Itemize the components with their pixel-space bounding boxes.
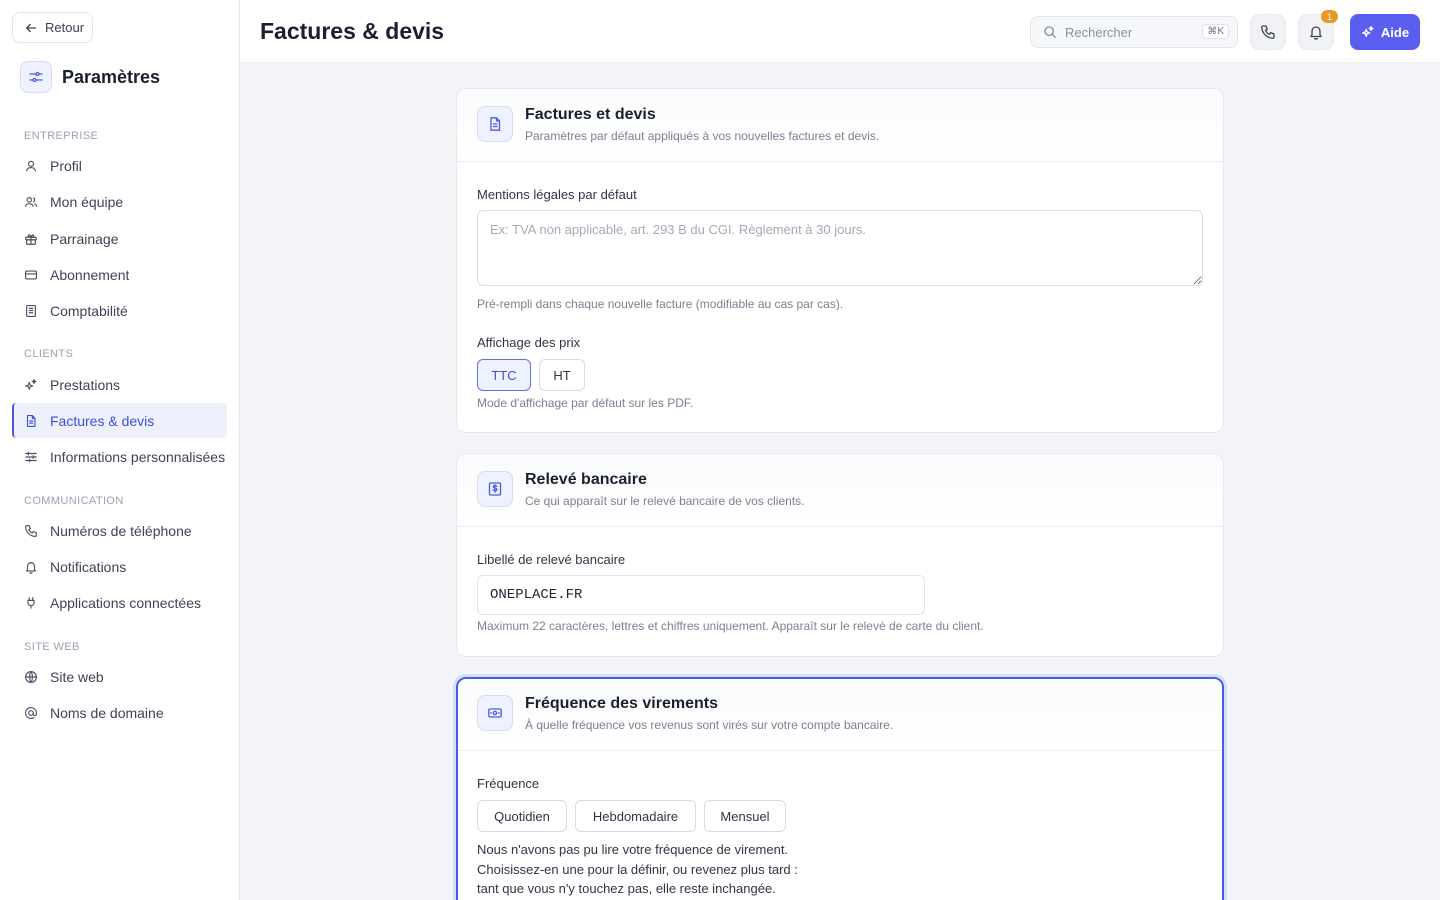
- ledger-icon: [24, 304, 38, 318]
- sidebar-item-label: Prestations: [50, 376, 121, 393]
- card-title: Fréquence des virements: [525, 695, 718, 712]
- legal-mentions-textarea[interactable]: [477, 210, 1203, 286]
- user-icon: [24, 159, 38, 173]
- sidebar-item-site-web[interactable]: Site web: [12, 659, 227, 694]
- arrow-left-icon: [24, 21, 38, 35]
- plug-icon: [24, 596, 38, 610]
- search-shortcut: ⌘K: [1202, 24, 1229, 39]
- sidebar-item-label: Parrainage: [50, 230, 119, 247]
- frequency-option-monthly[interactable]: Mensuel: [704, 800, 786, 832]
- help-button[interactable]: Aide: [1350, 14, 1420, 50]
- card-header: Factures et devis Paramètres par défaut …: [457, 89, 1223, 162]
- phone-icon: [1260, 24, 1276, 40]
- sidebar-item-label: Profil: [50, 157, 82, 174]
- card-subtitle: À quelle fréquence vos revenus sont viré…: [525, 718, 894, 732]
- sidebar-item-label: Noms de domaine: [50, 704, 164, 721]
- statement-descriptor-input[interactable]: [477, 575, 925, 615]
- document-icon: [24, 414, 38, 428]
- sidebar-section-entreprise: ENTREPRISE: [24, 130, 99, 142]
- frequency-note-line: tant que vous n'y touchez pas, elle rest…: [477, 881, 776, 896]
- frequency-option-daily[interactable]: Quotidien: [477, 800, 567, 832]
- globe-icon: [24, 670, 38, 684]
- phone-icon: [24, 524, 38, 538]
- sidebar-item-prestations[interactable]: Prestations: [12, 367, 227, 402]
- notification-count-badge: 1: [1321, 10, 1338, 23]
- sidebar-item-label: Site web: [50, 668, 104, 685]
- sidebar-item-label: Abonnement: [50, 266, 130, 283]
- help-button-label: Aide: [1380, 24, 1410, 40]
- card-subtitle: Paramètres par défaut appliqués à vos no…: [525, 129, 880, 143]
- sidebar-item-comptabilite[interactable]: Comptabilité: [12, 293, 227, 328]
- legal-mentions-hint: Pré-rempli dans chaque nouvelle facture …: [477, 297, 844, 311]
- bell-icon: [1308, 24, 1324, 40]
- bank-statement-card: Relevé bancaire Ce qui apparaît sur le r…: [456, 453, 1224, 657]
- phone-button[interactable]: [1250, 14, 1286, 50]
- credit-card-icon: [24, 268, 38, 282]
- sidebar-item-parrainage[interactable]: Parrainage: [12, 221, 227, 256]
- sidebar-item-notifications[interactable]: Notifications: [12, 549, 227, 584]
- document-icon: [477, 106, 513, 142]
- users-icon: [24, 195, 38, 209]
- gift-icon: [24, 232, 38, 246]
- statement-descriptor-hint: Maximum 22 caractères, lettres et chiffr…: [477, 619, 984, 633]
- sidebar-item-informations-personnalisees[interactable]: Informations personnalisées: [12, 439, 227, 474]
- sparkles-icon: [1361, 25, 1375, 39]
- banknote-icon: [477, 695, 513, 731]
- top-bar: Factures & devis Rechercher ⌘K 1 Aide: [240, 0, 1440, 63]
- sidebar-item-label: Applications connectées: [50, 594, 201, 611]
- frequency-note: Nous n'avons pas pu lire votre fréquence…: [477, 840, 877, 899]
- statement-descriptor-label: Libellé de relevé bancaire: [477, 552, 626, 567]
- sidebar-item-abonnement[interactable]: Abonnement: [12, 257, 227, 292]
- search-icon: [1043, 25, 1057, 39]
- sidebar-title-text: Paramètres: [62, 66, 161, 87]
- frequency-note-line: Nous n'avons pas pu lire votre fréquence…: [477, 842, 789, 857]
- sidebar-item-label: Mon équipe: [50, 193, 124, 210]
- sidebar-item-noms-domaine[interactable]: Noms de domaine: [12, 695, 227, 730]
- sparkles-icon: [24, 378, 38, 392]
- sidebar-item-numeros-telephone[interactable]: Numéros de téléphone: [12, 513, 227, 548]
- sliders-icon: [24, 450, 38, 464]
- price-display-hint: Mode d'affichage par défaut sur les PDF.: [477, 396, 694, 410]
- receipt-dollar-icon: [477, 471, 513, 507]
- bell-icon: [24, 560, 38, 574]
- price-option-ht[interactable]: HT: [539, 359, 585, 391]
- payout-frequency-card: Fréquence des virements À quelle fréquen…: [456, 677, 1224, 900]
- price-display-label: Affichage des prix: [477, 335, 581, 350]
- notifications-button[interactable]: 1: [1298, 10, 1338, 50]
- sidebar-item-label: Comptabilité: [50, 302, 128, 319]
- sidebar-item-label: Informations personnalisées: [50, 448, 226, 465]
- back-button-label: Retour: [45, 20, 85, 35]
- at-icon: [24, 706, 38, 720]
- frequency-note-line: Choisissez-en une pour la définir, ou re…: [477, 861, 798, 877]
- search-input[interactable]: Rechercher ⌘K: [1030, 16, 1238, 48]
- sidebar-section-communication: COMMUNICATION: [24, 495, 124, 507]
- sidebar-section-site-web: SITE WEB: [24, 641, 80, 653]
- card-header: Relevé bancaire Ce qui apparaît sur le r…: [457, 454, 1223, 527]
- sidebar-item-label: Notifications: [50, 558, 127, 575]
- search-placeholder: Rechercher: [1065, 24, 1133, 40]
- sidebar-item-mon-equipe[interactable]: Mon équipe: [12, 184, 227, 219]
- legal-mentions-label: Mentions légales par défaut: [477, 187, 637, 202]
- settings-sliders-icon: [20, 61, 52, 93]
- sidebar-item-factures-devis[interactable]: Factures & devis: [12, 403, 227, 438]
- page-title: Factures & devis: [260, 18, 445, 44]
- frequency-label: Fréquence: [477, 776, 540, 791]
- invoices-settings-card: Factures et devis Paramètres par défaut …: [456, 88, 1224, 433]
- sidebar-item-profil[interactable]: Profil: [12, 148, 227, 183]
- sidebar-item-applications-connectees[interactable]: Applications connectées: [12, 585, 227, 620]
- card-subtitle: Ce qui apparaît sur le relevé bancaire d…: [525, 494, 805, 508]
- frequency-option-weekly[interactable]: Hebdomadaire: [575, 800, 696, 832]
- sidebar-item-label: Numéros de téléphone: [50, 522, 192, 539]
- card-title: Factures et devis: [525, 106, 656, 123]
- sidebar-item-label: Factures & devis: [50, 412, 155, 429]
- sidebar: Retour Paramètres ENTREPRISE Profil Mon …: [0, 0, 240, 900]
- price-option-ttc[interactable]: TTC: [477, 359, 531, 391]
- card-title: Relevé bancaire: [525, 471, 647, 488]
- sidebar-title: Paramètres: [20, 61, 160, 93]
- back-button[interactable]: Retour: [12, 12, 93, 43]
- sidebar-section-clients: CLIENTS: [24, 348, 74, 360]
- card-header: Fréquence des virements À quelle fréquen…: [458, 679, 1222, 751]
